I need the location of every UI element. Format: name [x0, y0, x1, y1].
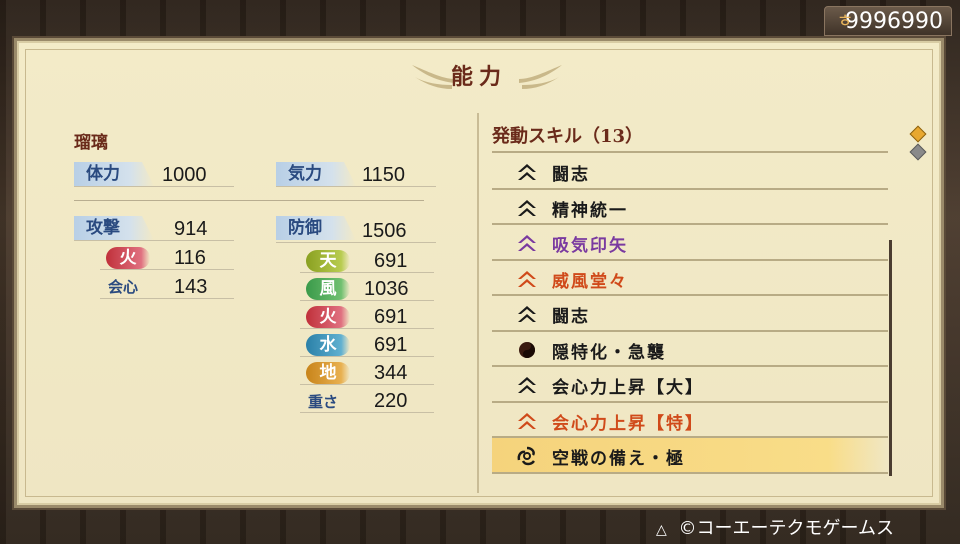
skill-name: 精神統一 — [552, 200, 628, 221]
defense-value: 1506 — [362, 220, 407, 242]
footer: △ ©コーエーテクモゲームス — [656, 514, 894, 540]
skill-name: 隠特化・急襲 — [552, 342, 666, 363]
fire-attack-value: 116 — [174, 247, 206, 269]
tomoe-icon — [519, 341, 535, 358]
skill-row[interactable]: 会心力上昇【大】 — [492, 367, 888, 403]
weight-label: 重さ — [308, 393, 339, 411]
crit-label: 会心 — [108, 278, 139, 296]
heaven-resist-value: 691 — [374, 250, 408, 272]
skill-name: 会心力上昇【特】 — [552, 413, 704, 434]
skill-name: 会心力上昇【大】 — [552, 378, 704, 398]
skill-row[interactable]: 会心力上昇【特】 — [492, 403, 888, 438]
skill-name: 闘志 — [552, 165, 590, 185]
page-arrows[interactable] — [909, 125, 927, 164]
skill-name: 闘志 — [552, 307, 590, 327]
skill-row[interactable]: 闘志 — [492, 154, 888, 190]
coin-icon: ㅎ — [836, 11, 854, 32]
weight-value: 220 — [374, 390, 408, 412]
skill-row[interactable]: 空戦の備え・極 — [492, 438, 888, 474]
earth-resist-badge: 地 — [306, 362, 350, 384]
skill-name: 吸気印矢 — [552, 236, 628, 256]
crit-value: 143 — [174, 276, 208, 298]
chevron-icon — [518, 412, 536, 429]
panel-title: 能力 — [450, 64, 507, 90]
chevron-icon — [518, 199, 536, 216]
page-up-arrow-icon[interactable] — [909, 125, 927, 143]
skill-row[interactable]: 闘志 — [492, 296, 888, 332]
wind-resist-value: 1036 — [364, 278, 409, 300]
page-down-arrow-icon[interactable] — [909, 143, 927, 161]
heaven-resist-badge: 天 — [306, 250, 350, 272]
defense-label: 防御 — [276, 216, 356, 240]
ki-value: 1150 — [362, 164, 406, 186]
active-skills-header: 発動スキル（13） — [492, 126, 644, 147]
earth-resist-value: 344 — [374, 362, 408, 384]
chevron-icon — [518, 306, 536, 322]
triangle-button-icon: △ — [656, 522, 667, 538]
water-resist-value: 691 — [374, 334, 408, 356]
attack-value: 914 — [174, 218, 208, 240]
chevron-icon — [518, 235, 536, 251]
skill-row[interactable]: 吸気印矢 — [492, 225, 888, 261]
skill-list: 闘志 精神統一 吸気印矢 威風堂々 闘志 隠特化・急襲 会心力上昇【大】 会心力上昇【特】 空戦… — [492, 154, 888, 474]
skill-name: 空戦の備え・極 — [552, 449, 685, 469]
attack-label: 攻撃 — [74, 216, 154, 240]
chevron-icon — [518, 270, 536, 287]
chevron-icon — [518, 377, 536, 393]
fire-resist-value: 691 — [374, 306, 408, 328]
skill-row[interactable]: 精神統一 — [492, 190, 888, 225]
money-amount: 9996990 — [845, 9, 943, 34]
fire-resist-badge: 火 — [306, 306, 350, 328]
fire-attack-badge: 火 — [106, 247, 150, 269]
column-divider — [477, 113, 479, 493]
triskelion-icon — [517, 446, 535, 466]
stamina-value: 1000 — [162, 164, 207, 186]
money-display: ㅎ 9996990 — [824, 6, 952, 36]
water-resist-badge: 水 — [306, 334, 350, 356]
chevron-icon — [518, 164, 536, 180]
stamina-label: 体力 — [74, 162, 154, 186]
skill-list-scrollbar[interactable] — [889, 240, 892, 476]
wind-resist-badge: 風 — [306, 278, 350, 300]
skill-row[interactable]: 隠特化・急襲 — [492, 332, 888, 367]
right-wing-ornament — [519, 65, 562, 89]
skill-name: 威風堂々 — [552, 271, 628, 292]
copyright-text: ©コーエーテクモゲームス — [678, 518, 894, 539]
character-name: 瑠璃 — [74, 133, 108, 153]
ki-label: 気力 — [276, 162, 356, 186]
skill-row[interactable]: 威風堂々 — [492, 261, 888, 296]
